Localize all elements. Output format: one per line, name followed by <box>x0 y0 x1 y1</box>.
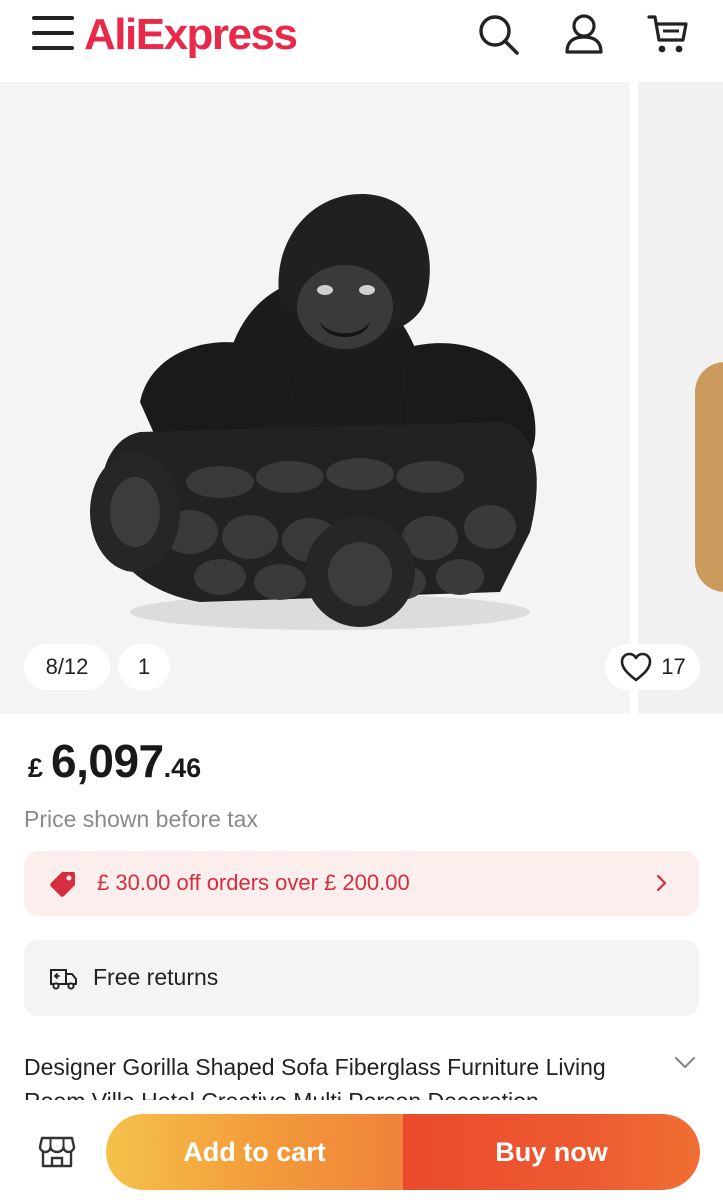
free-returns-text: Free returns <box>93 964 219 990</box>
gallery-slide-current[interactable] <box>0 82 630 714</box>
aliexpress-logo[interactable]: AliExpress <box>84 8 298 62</box>
account-icon[interactable] <box>562 12 606 56</box>
coupon-banner[interactable]: £ 30.00 off orders over £ 200.00 <box>24 851 699 916</box>
store-icon[interactable] <box>38 1132 76 1170</box>
logo-prefix: Ali <box>84 10 137 59</box>
add-to-cart-button[interactable]: Add to cart <box>106 1114 403 1190</box>
search-icon[interactable] <box>476 12 520 56</box>
next-slide-image <box>695 362 723 592</box>
product-gallery[interactable]: 8/12 1 17 <box>0 82 723 714</box>
return-truck-icon <box>50 969 77 990</box>
chevron-down-icon[interactable] <box>672 1050 698 1076</box>
like-count: 17 <box>661 654 686 679</box>
coupon-text: £ 30.00 off orders over £ 200.00 <box>97 870 410 895</box>
product-title: Designer Gorilla Shaped Sofa Fiberglass … <box>24 1054 606 1102</box>
secondary-badge[interactable]: 1 <box>118 644 170 690</box>
product-title-container: Designer Gorilla Shaped Sofa Fiberglass … <box>24 1050 644 1102</box>
product-image <box>90 193 537 630</box>
image-counter: 8/12 <box>24 644 110 690</box>
cart-icon[interactable] <box>646 12 690 56</box>
secondary-badge-text: 1 <box>137 654 151 679</box>
coupon-tag-icon <box>50 872 75 897</box>
heart-icon <box>620 652 652 682</box>
image-counter-text: 8/12 <box>45 654 89 679</box>
chevron-right-icon <box>656 874 667 892</box>
top-header: AliExpress <box>0 0 723 80</box>
price-decimal: .46 <box>163 753 202 783</box>
price-integer: 6,097 <box>51 735 164 787</box>
price-currency: £ <box>28 753 44 783</box>
free-returns-row[interactable]: Free returns <box>24 940 699 1016</box>
gallery-divider <box>630 82 638 714</box>
gallery-slide-next[interactable] <box>638 82 723 714</box>
tax-note: Price shown before tax <box>24 806 258 832</box>
buy-now-button[interactable]: Buy now <box>403 1114 700 1190</box>
wishlist-button[interactable]: 17 <box>605 644 700 690</box>
product-price: £ 6,097 .46 <box>28 734 201 788</box>
menu-icon[interactable] <box>32 16 74 50</box>
logo-suffix: Express <box>135 10 298 59</box>
bottom-action-bar: Add to cart Buy now <box>0 1100 723 1200</box>
